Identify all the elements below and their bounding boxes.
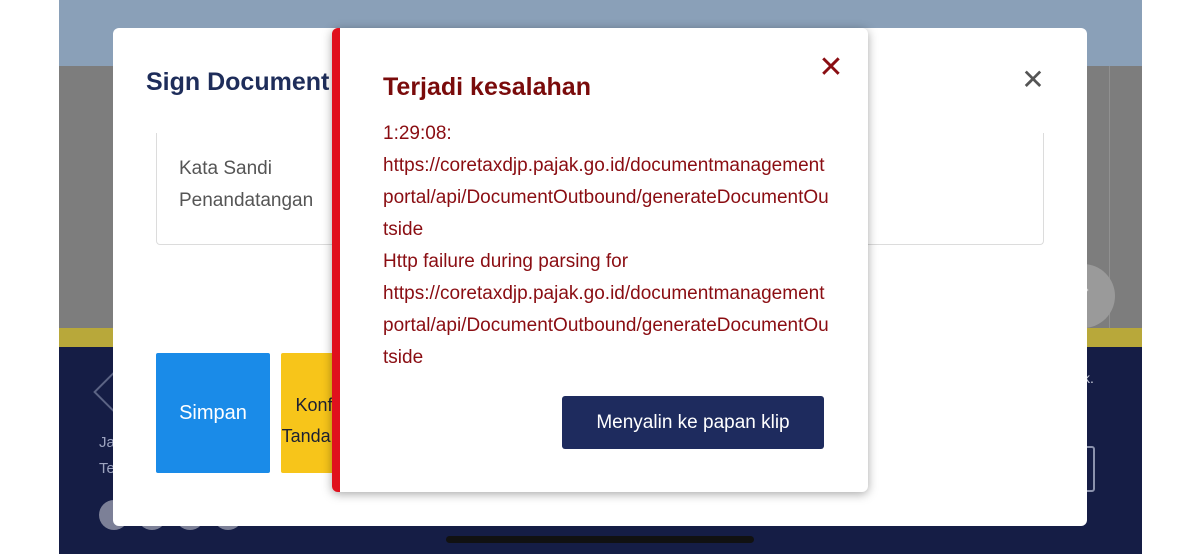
error-line: Http failure during parsing for (383, 251, 629, 272)
modal-title: Sign Document (146, 68, 330, 96)
copy-to-clipboard-button[interactable]: Menyalin ke papan klip (562, 396, 824, 449)
field-label: Kata Sandi Penandatangan (179, 158, 314, 211)
error-line: https://coretaxdjp.pajak.go.id/documentm… (383, 283, 829, 368)
screen: ⌃ Ja Te k. Sign Document ✕ Kata Sandi Pe… (0, 0, 1200, 554)
toast-title: Terjadi kesalahan (383, 73, 591, 101)
home-indicator (446, 536, 754, 543)
error-line: 1:29:08: (383, 123, 452, 144)
error-line: https://coretaxdjp.pajak.go.id/documentm… (383, 155, 829, 240)
save-button[interactable]: Simpan (156, 353, 270, 473)
error-message: 1:29:08: https://coretaxdjp.pajak.go.id/… (383, 118, 833, 374)
error-toast: Terjadi kesalahan ✕ 1:29:08: https://cor… (332, 28, 868, 492)
close-icon[interactable]: ✕ (1019, 66, 1047, 94)
close-icon[interactable]: ✕ (817, 53, 845, 83)
